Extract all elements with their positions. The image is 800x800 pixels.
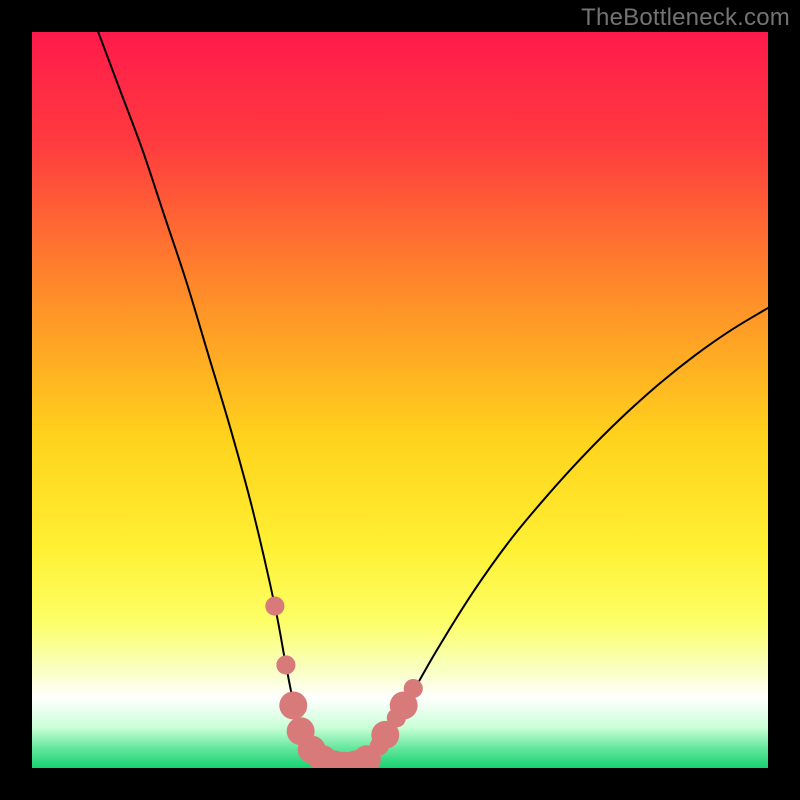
chart-frame: TheBottleneck.com	[0, 0, 800, 800]
gradient-background	[32, 32, 768, 768]
highlight-dot	[276, 655, 295, 674]
chart-svg	[32, 32, 768, 768]
highlight-dot	[404, 679, 423, 698]
plot-area	[32, 32, 768, 768]
watermark-text: TheBottleneck.com	[581, 4, 790, 32]
highlight-dot	[265, 597, 284, 616]
highlight-dot	[279, 691, 307, 719]
